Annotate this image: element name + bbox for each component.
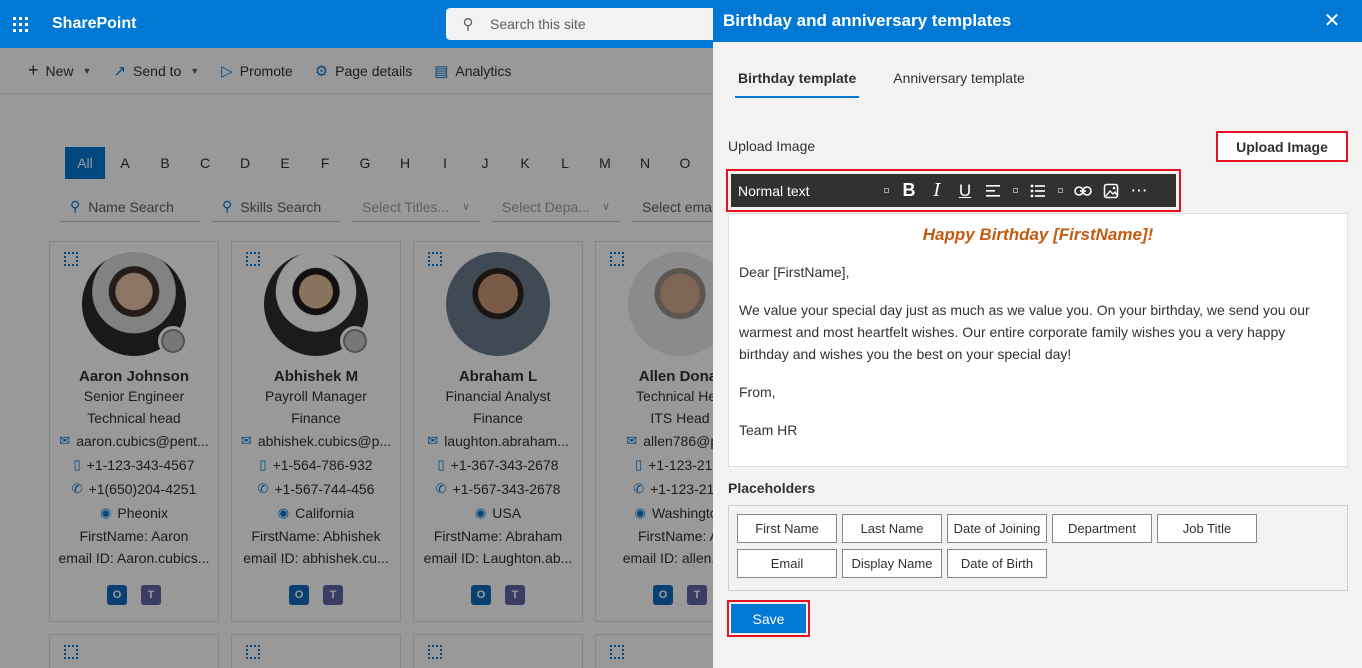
template-editor[interactable]: Happy Birthday [FirstName]! Dear [FirstN… xyxy=(728,213,1348,467)
placeholder-last-name[interactable]: Last Name xyxy=(842,514,942,543)
placeholder-email[interactable]: Email xyxy=(737,549,837,578)
site-search-placeholder: Search this site xyxy=(490,16,586,32)
app-launcher-icon[interactable] xyxy=(0,0,40,48)
upload-image-button[interactable]: Upload Image xyxy=(1216,131,1348,162)
image-icon[interactable] xyxy=(1097,177,1125,205)
app-title[interactable]: SharePoint xyxy=(52,15,136,33)
tab-birthday-template[interactable]: Birthday template xyxy=(735,62,860,98)
toolbar-separator xyxy=(884,188,889,193)
text-style-dropdown[interactable]: Normal text xyxy=(738,183,878,199)
editor-signature: Team HR xyxy=(739,422,798,438)
templates-panel: Birthday and anniversary templates ✕ Bir… xyxy=(713,0,1362,668)
upload-image-label: Upload Image xyxy=(728,138,816,154)
editor-closing: From, xyxy=(739,384,776,400)
close-icon[interactable]: ✕ xyxy=(1322,11,1342,31)
save-button[interactable]: Save xyxy=(731,604,806,633)
bold-icon[interactable]: B xyxy=(895,177,923,205)
placeholders-box: First Name Last Name Date of Joining Dep… xyxy=(728,505,1348,591)
placeholder-department[interactable]: Department xyxy=(1052,514,1152,543)
italic-icon[interactable]: I xyxy=(923,177,951,205)
placeholder-first-name[interactable]: First Name xyxy=(737,514,837,543)
save-button-highlight: Save xyxy=(727,600,810,637)
placeholder-job-title[interactable]: Job Title xyxy=(1157,514,1257,543)
toolbar-separator xyxy=(1058,188,1063,193)
link-glyph xyxy=(1074,185,1092,196)
rich-text-toolbar-highlight: Normal text B I U ⋯ xyxy=(726,169,1181,212)
image-glyph xyxy=(1103,183,1119,198)
editor-greeting: Dear [FirstName], xyxy=(739,264,850,280)
editor-heading: Happy Birthday [FirstName]! xyxy=(922,225,1154,244)
placeholder-date-of-birth[interactable]: Date of Birth xyxy=(947,549,1047,578)
more-icon[interactable]: ⋯ xyxy=(1125,177,1153,205)
underline-icon[interactable]: U xyxy=(951,177,979,205)
placeholder-display-name[interactable]: Display Name xyxy=(842,549,942,578)
site-search-box[interactable]: ⚲ Search this site xyxy=(446,8,746,40)
panel-header: Birthday and anniversary templates ✕ xyxy=(713,0,1362,42)
panel-title: Birthday and anniversary templates xyxy=(723,11,1012,30)
align-left-glyph xyxy=(986,184,1000,197)
search-icon: ⚲ xyxy=(462,16,474,33)
template-tabs: Birthday template Anniversary template xyxy=(735,62,1028,98)
link-icon[interactable] xyxy=(1069,177,1097,205)
bullet-list-icon[interactable] xyxy=(1024,177,1052,205)
tab-anniversary-template[interactable]: Anniversary template xyxy=(890,62,1028,98)
placeholder-date-of-joining[interactable]: Date of Joining xyxy=(947,514,1047,543)
toolbar-separator xyxy=(1013,188,1018,193)
editor-body: We value your special day just as much a… xyxy=(739,302,1310,362)
placeholders-label: Placeholders xyxy=(728,480,816,496)
align-icon[interactable] xyxy=(979,177,1007,205)
rich-text-toolbar: Normal text B I U ⋯ xyxy=(731,174,1176,207)
bullet-list-glyph xyxy=(1030,184,1045,197)
modal-overlay[interactable] xyxy=(0,48,713,668)
